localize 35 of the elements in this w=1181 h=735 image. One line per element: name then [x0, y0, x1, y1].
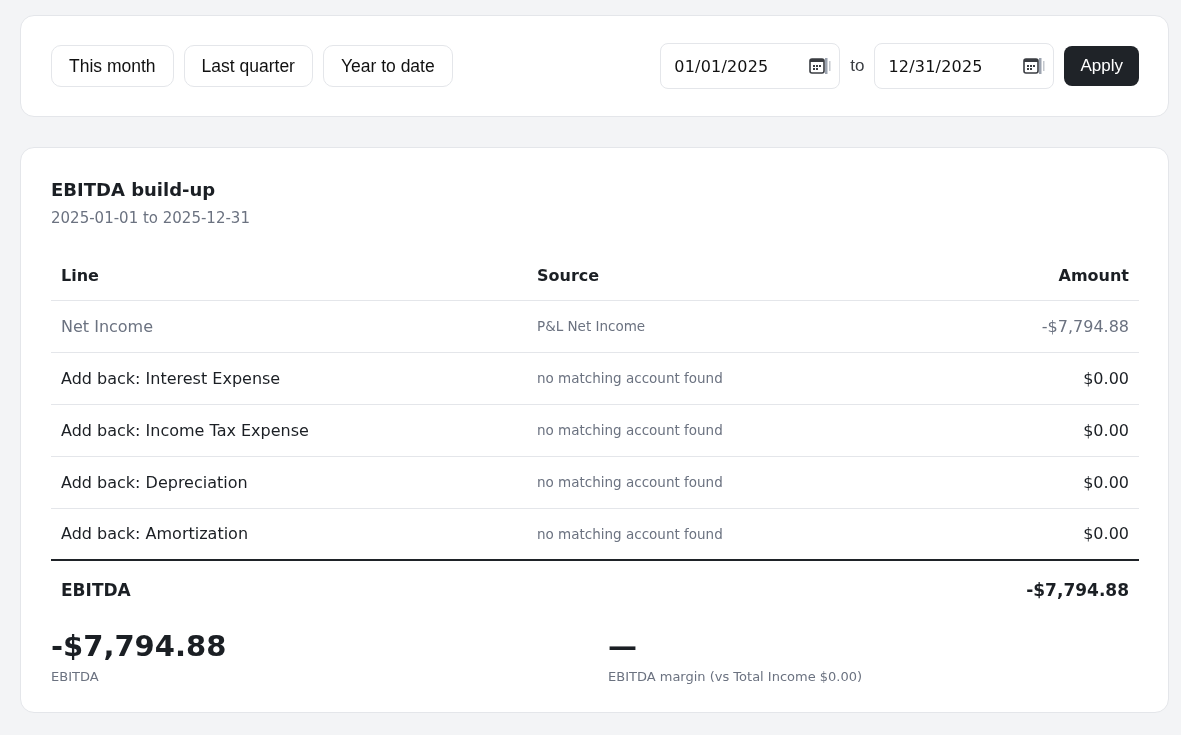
calendar-icon[interactable]	[809, 57, 832, 75]
table-cell: Add back: Depreciation	[51, 456, 527, 508]
table-cell: $0.00	[910, 456, 1139, 508]
column-header: Line	[51, 252, 527, 300]
metric-label: EBITDA margin (vs Total Income $0.00)	[608, 668, 864, 686]
table-cell: no matching account found	[527, 404, 911, 456]
table-cell: Add back: Amortization	[51, 508, 527, 560]
apply-button[interactable]: Apply	[1064, 46, 1139, 86]
date-field[interactable]: 01/01/2025	[660, 43, 841, 89]
column-header: Amount	[910, 252, 1139, 300]
total-label: EBITDA	[51, 560, 527, 618]
report-period: 2025-01-01 to 2025-12-31	[51, 208, 251, 228]
preset-button[interactable]: Year to date	[322, 45, 453, 87]
metric-value: —	[608, 628, 638, 664]
calendar-icon[interactable]	[1023, 57, 1046, 75]
preset-button[interactable]: Last quarter	[183, 45, 313, 87]
column-header: Source	[527, 252, 911, 300]
table-cell: $0.00	[910, 352, 1139, 404]
metric-value: -$7,794.88	[51, 628, 228, 664]
table-cell: no matching account found	[527, 508, 911, 560]
table-cell: Net Income	[51, 300, 527, 352]
table-cell: no matching account found	[527, 456, 911, 508]
table-cell: P&L Net Income	[527, 300, 911, 352]
preset-button[interactable]: This month	[51, 45, 174, 87]
table-cell: $0.00	[910, 508, 1139, 560]
range-separator: to	[850, 56, 865, 76]
date-field[interactable]: 12/31/2025	[874, 43, 1055, 89]
total-amount: -$7,794.88	[910, 560, 1139, 618]
metric-label: EBITDA	[51, 668, 100, 686]
table-cell: no matching account found	[527, 352, 911, 404]
table-cell: Add back: Income Tax Expense	[51, 404, 527, 456]
table-cell: -$7,794.88	[910, 300, 1139, 352]
table-cell: $0.00	[910, 404, 1139, 456]
table-cell: Add back: Interest Expense	[51, 352, 527, 404]
report-title: EBITDA build-up	[51, 178, 217, 202]
